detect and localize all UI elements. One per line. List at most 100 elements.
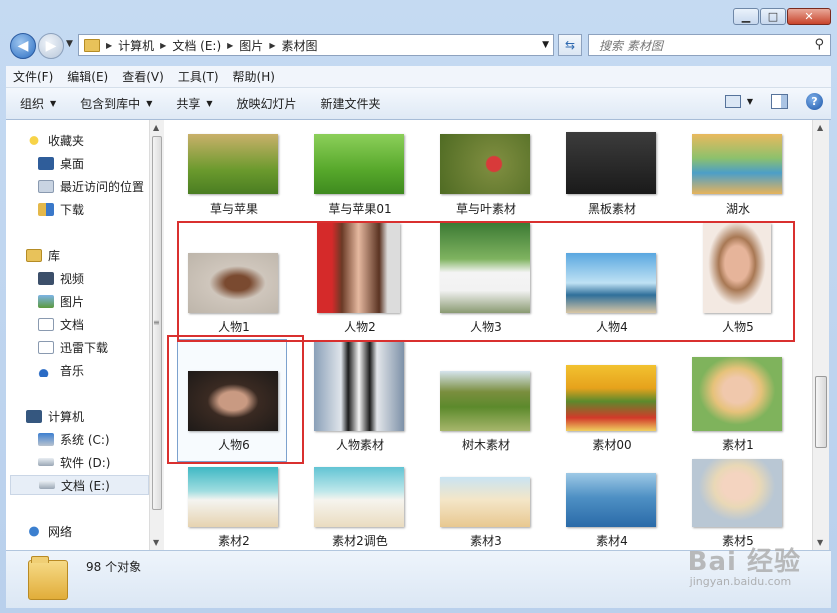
new-folder-label: 新建文件夹 bbox=[320, 97, 381, 111]
watermark: Bai 经验 jingyan.baidu.com bbox=[688, 541, 801, 588]
forward-arrow-icon: ▶ bbox=[45, 38, 57, 54]
content-scroll-thumb[interactable] bbox=[815, 376, 827, 448]
drive-icon bbox=[38, 458, 54, 466]
scroll-up-icon[interactable]: ▲ bbox=[817, 123, 823, 132]
drive-icon bbox=[39, 481, 55, 489]
address-dropdown-icon[interactable]: ▼ bbox=[542, 40, 549, 50]
new-folder-button[interactable]: 新建文件夹 bbox=[309, 95, 393, 112]
nav-downloads[interactable]: 下载 bbox=[38, 199, 84, 219]
nav-pictures[interactable]: 图片 bbox=[38, 291, 84, 311]
video-icon bbox=[38, 271, 54, 285]
nav-network[interactable]: 网络 bbox=[26, 521, 72, 541]
scroll-down-icon[interactable]: ▼ bbox=[153, 538, 159, 547]
minimize-button[interactable]: ▁ bbox=[733, 8, 759, 25]
refresh-button[interactable]: ⇆ bbox=[558, 34, 582, 56]
documents-icon bbox=[38, 317, 54, 331]
breadcrumb-pictures[interactable]: 图片 bbox=[235, 37, 267, 54]
file-name[interactable]: 湖水 bbox=[682, 200, 794, 217]
nav-desktop[interactable]: 桌面 bbox=[38, 153, 84, 173]
nav-scrollbar[interactable]: ▲ ≡ ▼ bbox=[149, 120, 164, 550]
nav-label: 桌面 bbox=[60, 156, 85, 171]
file-list: 草与苹果 草与苹果01 草与叶素材 黑板素材 湖水 人物1 人物2 人物3 人物… bbox=[164, 120, 812, 550]
nav-music[interactable]: 音乐 bbox=[38, 360, 84, 380]
file-name[interactable]: 草与叶素材 bbox=[430, 200, 542, 217]
share-label: 共享 bbox=[176, 97, 201, 111]
file-name[interactable]: 草与苹果 bbox=[178, 200, 290, 217]
star-icon bbox=[26, 133, 42, 147]
nav-computer[interactable]: 计算机 bbox=[26, 406, 84, 426]
file-name[interactable]: 人物素材 bbox=[304, 436, 416, 453]
share-button[interactable]: 共享 ▼ bbox=[164, 95, 224, 112]
breadcrumb-drive-e[interactable]: 文档 (E:) bbox=[168, 37, 225, 54]
menu-file[interactable]: 文件(F) bbox=[6, 68, 60, 85]
folder-icon bbox=[28, 556, 68, 600]
chevron-right-icon[interactable]: ▶ bbox=[267, 41, 277, 50]
chevron-right-icon[interactable]: ▶ bbox=[158, 41, 168, 50]
thumbnail bbox=[692, 357, 782, 431]
documents-icon bbox=[38, 340, 54, 354]
menu-tools[interactable]: 工具(T) bbox=[171, 68, 226, 85]
nav-label: 文档 bbox=[60, 317, 85, 332]
nav-label: 视频 bbox=[60, 271, 85, 286]
scroll-down-icon[interactable]: ▼ bbox=[817, 538, 823, 547]
preview-pane-icon[interactable] bbox=[771, 94, 788, 109]
file-name[interactable]: 素材00 bbox=[556, 436, 668, 453]
slideshow-button[interactable]: 放映幻灯片 bbox=[225, 95, 309, 112]
breadcrumb-computer[interactable]: 计算机 bbox=[114, 37, 158, 54]
maximize-button[interactable]: □ bbox=[760, 8, 786, 25]
nav-xunlei[interactable]: 迅雷下载 bbox=[38, 337, 108, 357]
help-icon[interactable]: ? bbox=[806, 93, 823, 110]
file-name[interactable]: 树木素材 bbox=[430, 436, 542, 453]
nav-drive-e[interactable]: 文档 (E:) bbox=[10, 475, 149, 495]
back-arrow-icon: ◀ bbox=[17, 38, 29, 54]
file-name[interactable]: 素材1 bbox=[682, 436, 794, 453]
nav-label: 文档 (E:) bbox=[61, 478, 110, 493]
thumbnail bbox=[314, 467, 404, 527]
search-box[interactable]: ⚲ bbox=[588, 34, 831, 56]
organize-label: 组织 bbox=[20, 97, 45, 111]
thumbnail bbox=[440, 371, 530, 431]
nav-label: 计算机 bbox=[48, 409, 85, 424]
dropdown-arrow-icon: ▼ bbox=[146, 99, 153, 108]
caption-buttons: ▁ □ ✕ bbox=[732, 8, 831, 25]
search-input[interactable] bbox=[597, 36, 801, 56]
menu-view[interactable]: 查看(V) bbox=[115, 68, 171, 85]
file-name[interactable]: 素材2 bbox=[178, 532, 290, 549]
recent-pages-dropdown[interactable]: ▼ bbox=[66, 39, 73, 49]
file-name[interactable]: 黑板素材 bbox=[556, 200, 668, 217]
search-icon[interactable]: ⚲ bbox=[814, 37, 824, 52]
scroll-up-icon[interactable]: ▲ bbox=[153, 123, 159, 132]
nav-drive-d[interactable]: 软件 (D:) bbox=[38, 452, 110, 472]
nav-label: 图片 bbox=[60, 294, 85, 309]
chevron-right-icon[interactable]: ▶ bbox=[225, 41, 235, 50]
chevron-right-icon[interactable]: ▶ bbox=[104, 41, 114, 50]
address-bar[interactable]: ▶ 计算机 ▶ 文档 (E:) ▶ 图片 ▶ 素材图 ▼ bbox=[78, 34, 554, 56]
menu-help[interactable]: 帮助(H) bbox=[226, 68, 282, 85]
breadcrumb-current[interactable]: 素材图 bbox=[277, 37, 321, 54]
music-note-icon bbox=[38, 363, 54, 377]
file-name[interactable]: 草与苹果01 bbox=[304, 200, 416, 217]
back-button[interactable]: ◀ bbox=[10, 33, 36, 59]
nav-label: 库 bbox=[48, 248, 61, 263]
dropdown-arrow-icon: ▼ bbox=[206, 99, 213, 108]
close-button[interactable]: ✕ bbox=[787, 8, 831, 25]
file-name[interactable]: 素材3 bbox=[430, 532, 542, 549]
file-name[interactable]: 素材4 bbox=[556, 532, 668, 549]
nav-drive-c[interactable]: 系统 (C:) bbox=[38, 429, 110, 449]
organize-button[interactable]: 组织 ▼ bbox=[6, 95, 68, 112]
nav-favorites[interactable]: 收藏夹 bbox=[26, 130, 84, 150]
nav-recent[interactable]: 最近访问的位置 bbox=[38, 176, 144, 196]
include-in-library-button[interactable]: 包含到库中 ▼ bbox=[68, 95, 164, 112]
view-controls: ▼ ? bbox=[724, 93, 823, 110]
menu-edit[interactable]: 编辑(E) bbox=[60, 68, 115, 85]
nav-library[interactable]: 库 bbox=[26, 245, 60, 265]
content-scrollbar[interactable]: ▲ ▼ bbox=[812, 120, 829, 550]
view-mode-icon[interactable] bbox=[724, 95, 741, 108]
maximize-icon: □ bbox=[767, 10, 779, 23]
thumbnail bbox=[566, 365, 656, 431]
file-name[interactable]: 素材2调色 bbox=[304, 532, 416, 549]
view-dropdown-icon[interactable]: ▼ bbox=[747, 97, 753, 106]
forward-button[interactable]: ▶ bbox=[38, 33, 64, 59]
nav-documents[interactable]: 文档 bbox=[38, 314, 84, 334]
nav-videos[interactable]: 视频 bbox=[38, 268, 84, 288]
